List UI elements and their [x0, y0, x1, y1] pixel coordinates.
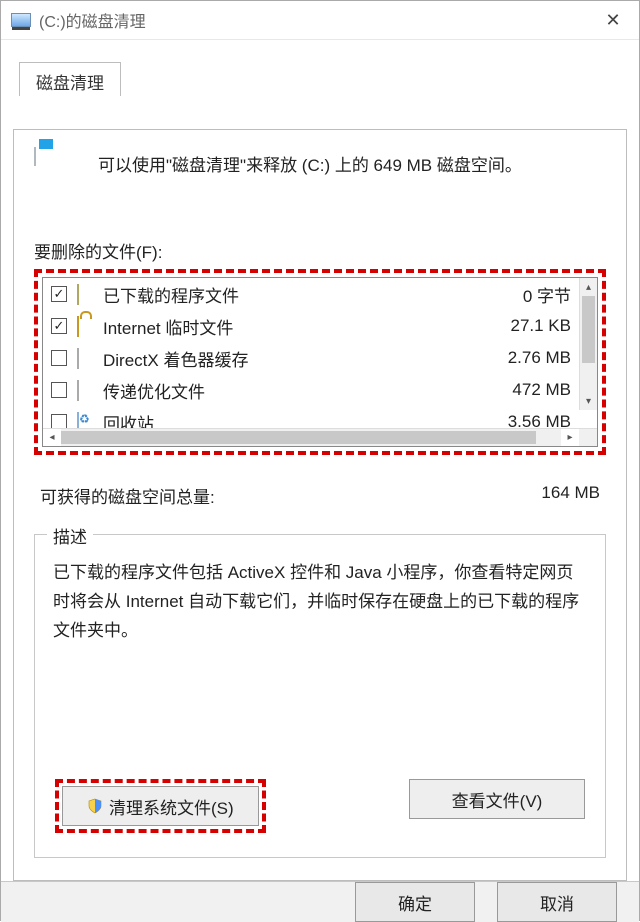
cancel-label: 取消: [540, 890, 574, 915]
cancel-button[interactable]: 取消: [497, 882, 617, 922]
drive-icon: [11, 10, 31, 30]
item-size: 3.56 MB: [471, 412, 571, 428]
item-size: 27.1 KB: [471, 316, 571, 336]
recycle-bin-icon: [77, 413, 95, 428]
checkbox[interactable]: [51, 382, 67, 398]
scroll-hthumb[interactable]: [61, 431, 536, 444]
scroll-htrack[interactable]: [61, 429, 561, 446]
dialog-body: 磁盘清理 可以使用"磁盘清理"来释放 (C:) 上的 649 MB 磁盘空间。 …: [1, 40, 639, 881]
files-to-delete-label: 要删除的文件(F):: [34, 238, 606, 263]
horizontal-scrollbar[interactable]: ◂ ▸: [43, 428, 597, 446]
titlebar: (C:)的磁盘清理 ✕: [1, 1, 639, 40]
scroll-right-icon[interactable]: ▸: [561, 429, 579, 446]
dialog-footer: 确定 取消: [1, 881, 639, 922]
tab-strip: 磁盘清理: [13, 62, 627, 96]
item-name: 传递优化文件: [103, 378, 471, 403]
file-icon: [77, 381, 95, 399]
item-name: 已下载的程序文件: [103, 282, 471, 307]
view-files-label: 查看文件(V): [452, 787, 543, 812]
space-gain-label: 可获得的磁盘空间总量:: [40, 483, 215, 508]
action-row: 清理系统文件(S) 查看文件(V): [53, 779, 587, 833]
files-listbox[interactable]: 已下载的程序文件 0 字节 Internet 临时文件 27.1 KB: [42, 277, 598, 447]
cleanup-drive-icon: [34, 148, 82, 188]
space-gain-row: 可获得的磁盘空间总量: 164 MB: [40, 483, 600, 508]
item-name: Internet 临时文件: [103, 314, 471, 339]
list-item[interactable]: Internet 临时文件 27.1 KB: [43, 310, 579, 342]
clean-system-highlight: 清理系统文件(S): [55, 779, 266, 833]
item-size: 472 MB: [471, 380, 571, 400]
scroll-left-icon[interactable]: ◂: [43, 429, 61, 446]
checkbox[interactable]: [51, 350, 67, 366]
description-text: 已下载的程序文件包括 ActiveX 控件和 Java 小程序，你查看特定网页时…: [53, 559, 587, 739]
shield-icon: [87, 798, 103, 814]
list-item[interactable]: 已下载的程序文件 0 字节: [43, 278, 579, 310]
ok-label: 确定: [398, 890, 432, 915]
tab-disk-cleanup[interactable]: 磁盘清理: [19, 62, 121, 96]
close-button[interactable]: ✕: [587, 1, 639, 39]
intro-text: 可以使用"磁盘清理"来释放 (C:) 上的 649 MB 磁盘空间。: [98, 152, 522, 179]
ok-button[interactable]: 确定: [355, 882, 475, 922]
scroll-down-icon[interactable]: ▾: [580, 392, 597, 410]
space-gain-value: 164 MB: [541, 483, 600, 508]
item-name: 回收站: [103, 410, 471, 429]
view-files-button[interactable]: 查看文件(V): [409, 779, 585, 819]
scroll-thumb[interactable]: [582, 296, 595, 363]
intro-row: 可以使用"磁盘清理"来释放 (C:) 上的 649 MB 磁盘空间。: [34, 148, 606, 188]
clean-system-files-button[interactable]: 清理系统文件(S): [62, 786, 259, 826]
scroll-up-icon[interactable]: ▴: [580, 278, 597, 296]
scroll-track[interactable]: [580, 296, 597, 392]
tab-content: 可以使用"磁盘清理"来释放 (C:) 上的 649 MB 磁盘空间。 要删除的文…: [13, 129, 627, 881]
checkbox[interactable]: [51, 286, 67, 302]
description-fieldset: 描述 已下载的程序文件包括 ActiveX 控件和 Java 小程序，你查看特定…: [34, 534, 606, 858]
list-item[interactable]: 传递优化文件 472 MB: [43, 374, 579, 406]
checkbox[interactable]: [51, 318, 67, 334]
list-item[interactable]: DirectX 着色器缓存 2.76 MB: [43, 342, 579, 374]
folder-icon: [77, 285, 95, 303]
lock-icon: [77, 317, 95, 335]
files-list-highlight: 已下载的程序文件 0 字节 Internet 临时文件 27.1 KB: [34, 269, 606, 455]
vertical-scrollbar[interactable]: ▴ ▾: [579, 278, 597, 410]
file-icon: [77, 349, 95, 367]
files-list-viewport: 已下载的程序文件 0 字节 Internet 临时文件 27.1 KB: [43, 278, 597, 428]
description-legend: 描述: [47, 523, 93, 548]
item-size: 0 字节: [471, 282, 571, 307]
window-title: (C:)的磁盘清理: [39, 8, 587, 32]
checkbox[interactable]: [51, 414, 67, 428]
item-name: DirectX 着色器缓存: [103, 346, 471, 371]
item-size: 2.76 MB: [471, 348, 571, 368]
scroll-corner: [579, 429, 597, 446]
disk-cleanup-window: (C:)的磁盘清理 ✕ 磁盘清理 可以使用"磁盘清理"来释放 (C:) 上的 6…: [0, 0, 640, 921]
clean-system-files-label: 清理系统文件(S): [109, 794, 234, 819]
list-item[interactable]: 回收站 3.56 MB: [43, 406, 579, 428]
